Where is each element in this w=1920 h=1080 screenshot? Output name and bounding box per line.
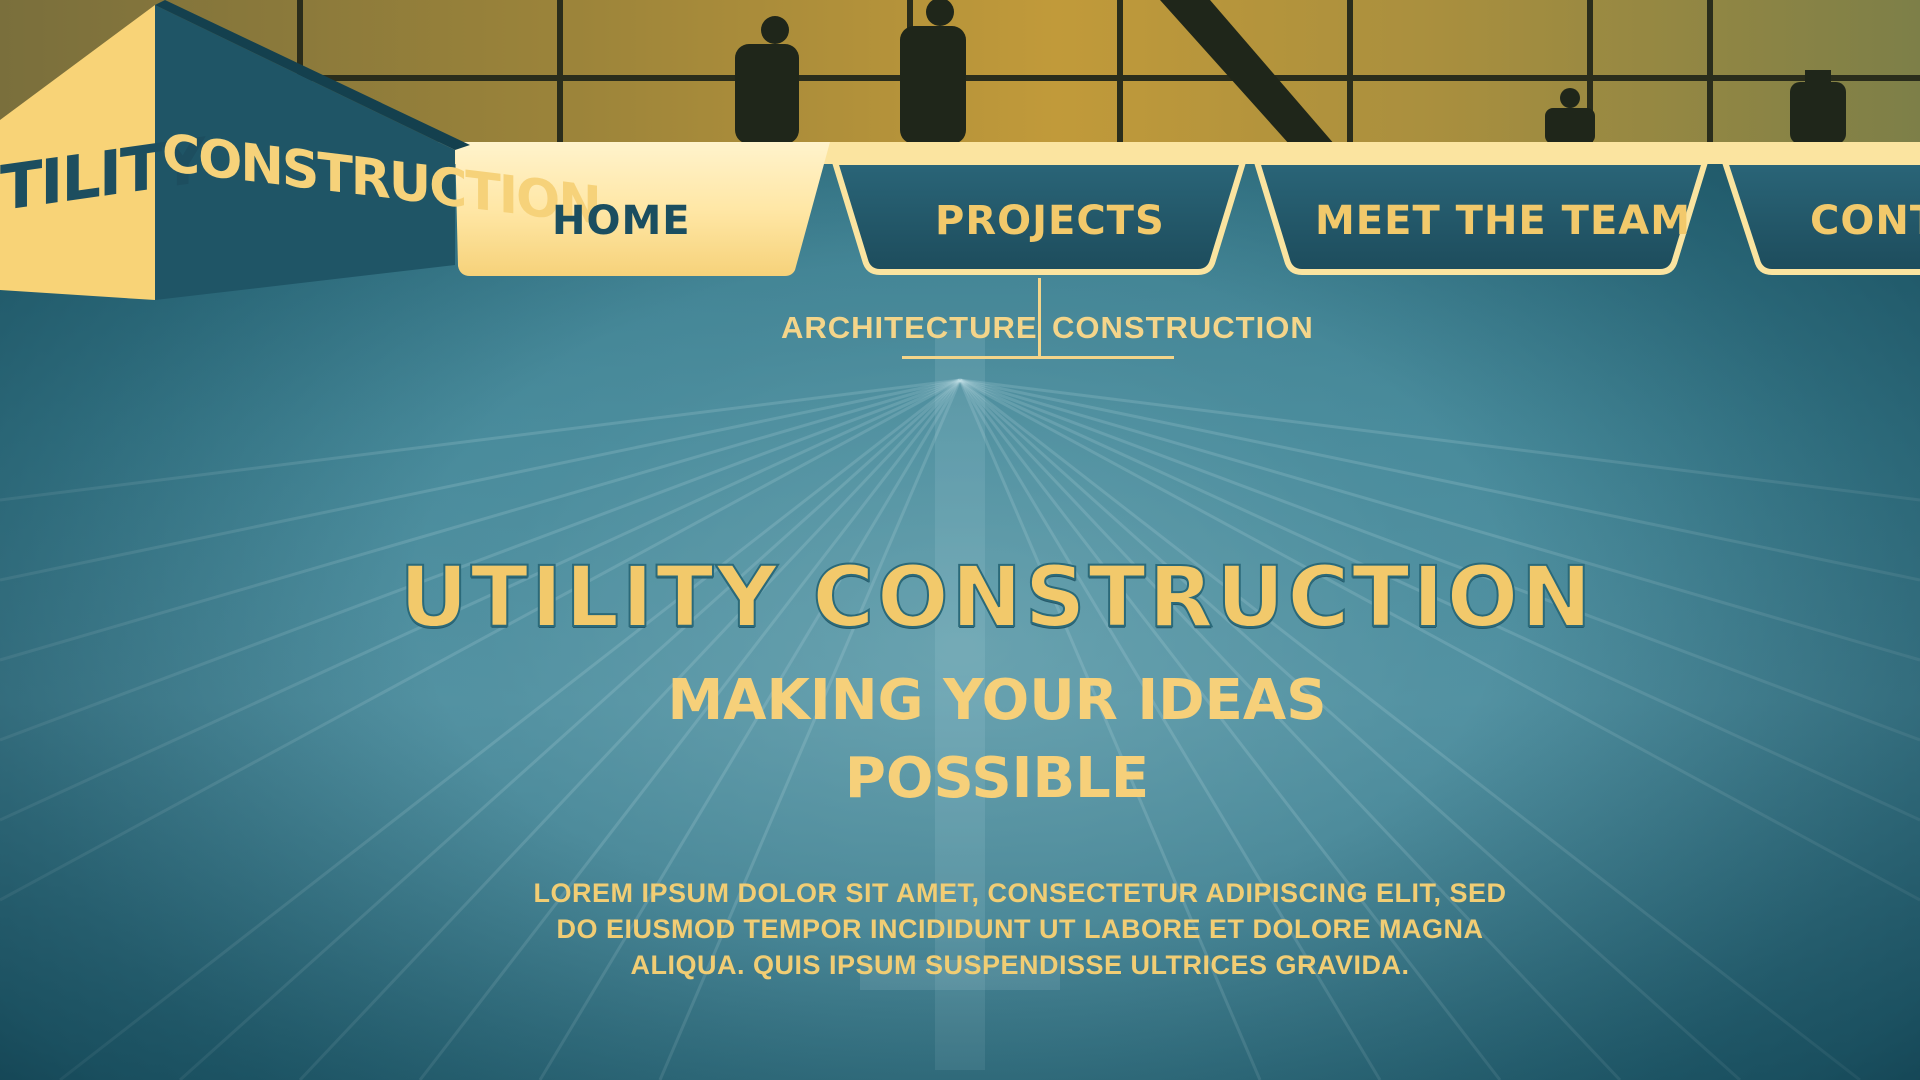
page: TILITY CONSTRUCTION HOME PROJECTS MEET T… bbox=[0, 0, 1920, 1080]
tab-projects[interactable]: PROJECTS bbox=[935, 198, 1165, 244]
hero-body-copy: LOREM IPSUM DOLOR SIT AMET, CONSECTETUR … bbox=[520, 875, 1520, 983]
tab-home[interactable]: HOME bbox=[552, 198, 691, 244]
hero-title: UTILITY CONSTRUCTION bbox=[399, 547, 1595, 647]
hero-tagline-line1: MAKING YOUR IDEAS bbox=[667, 668, 1327, 733]
hero-body-line3: ALIQUA. QUIS IPSUM SUSPENDISSE ULTRICES … bbox=[630, 950, 1410, 980]
tab-meet-the-team[interactable]: MEET THE TEAM bbox=[1315, 198, 1691, 244]
hero-body-line1: LOREM IPSUM DOLOR SIT AMET, CONSECTETUR … bbox=[533, 878, 1507, 908]
submenu-underline bbox=[902, 356, 1174, 359]
hero-tagline-line2: POSSIBLE bbox=[844, 746, 1150, 811]
submenu-divider-vertical bbox=[1038, 278, 1041, 358]
submenu-architecture[interactable]: ARCHITECTURE bbox=[781, 310, 1038, 346]
submenu-construction[interactable]: CONSTRUCTION bbox=[1052, 310, 1314, 346]
tab-contact[interactable]: CONT bbox=[1810, 198, 1920, 244]
hero-body-line2: DO EIUSMOD TEMPOR INCIDIDUNT UT LABORE E… bbox=[556, 914, 1484, 944]
